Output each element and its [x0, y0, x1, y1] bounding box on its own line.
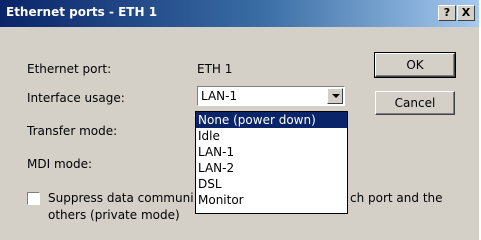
ethernet-port-label: Ethernet port: — [27, 62, 112, 76]
interface-usage-selected-value: LAN-1 — [201, 89, 238, 103]
chevron-down-icon[interactable] — [327, 88, 343, 104]
ethernet-ports-dialog: Ethernet ports - ETH 1 ? X Ethernet port… — [0, 0, 481, 240]
transfer-mode-label: Transfer mode: — [27, 124, 118, 138]
help-button[interactable]: ? — [438, 5, 456, 21]
interface-usage-label: Interface usage: — [27, 91, 125, 105]
private-mode-label-line2: others (private mode) — [48, 208, 180, 222]
private-mode-label-start: Suppress data communi — [48, 191, 194, 205]
cancel-button[interactable]: Cancel — [375, 91, 455, 115]
option-lan-1[interactable]: LAN-1 — [196, 144, 347, 160]
interface-usage-select[interactable]: LAN-1 — [197, 86, 345, 106]
option-lan-2[interactable]: LAN-2 — [196, 160, 347, 176]
private-mode-checkbox[interactable] — [27, 192, 40, 205]
window-title: Ethernet ports - ETH 1 — [6, 5, 158, 19]
close-button[interactable]: X — [457, 5, 475, 21]
ethernet-port-value: ETH 1 — [197, 62, 233, 76]
option-none-power-down[interactable]: None (power down) — [196, 112, 347, 128]
option-monitor[interactable]: Monitor — [196, 192, 347, 208]
title-bar[interactable]: Ethernet ports - ETH 1 ? X — [0, 0, 479, 27]
option-dsl[interactable]: DSL — [196, 176, 347, 192]
ok-button[interactable]: OK — [374, 52, 456, 78]
mdi-mode-label: MDI mode: — [27, 157, 93, 171]
private-mode-label-end: ch port and the — [350, 191, 443, 205]
option-idle[interactable]: Idle — [196, 128, 347, 144]
interface-usage-dropdown-list[interactable]: None (power down) Idle LAN-1 LAN-2 DSL M… — [195, 111, 348, 214]
